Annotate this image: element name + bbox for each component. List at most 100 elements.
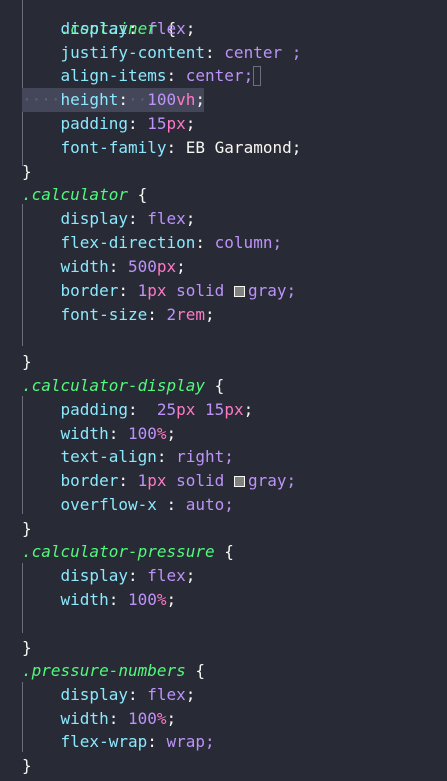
css-property: display (60, 566, 128, 585)
code-line[interactable]: width: 100%; (0, 588, 447, 612)
code-line[interactable]: overflow-x : auto; (0, 493, 447, 517)
css-unit: px (147, 281, 167, 300)
code-line[interactable]: .container { (0, 0, 447, 38)
css-unit: px (166, 114, 186, 133)
code-line[interactable]: display: flex; (0, 564, 447, 588)
open-brace: { (224, 542, 234, 561)
color-swatch-icon[interactable] (233, 286, 245, 297)
css-number: 15 (205, 400, 225, 419)
css-number: 100 (127, 709, 157, 728)
code-line[interactable]: width: 100%; (0, 422, 447, 446)
code-line[interactable]: width: 100%; (0, 707, 447, 731)
code-line[interactable]: .calculator { (0, 183, 447, 207)
css-number: 15 (147, 114, 167, 133)
code-line[interactable]: justify-content: center ; (0, 41, 447, 65)
css-property: display (60, 685, 128, 704)
code-line[interactable]: font-size: 2rem; (0, 303, 447, 327)
css-number: 500 (127, 257, 157, 276)
code-line[interactable]: } (0, 350, 447, 374)
code-line[interactable]: display: flex; (0, 17, 447, 41)
css-property: padding (60, 114, 128, 133)
css-value: wrap; (166, 732, 215, 751)
close-brace: } (22, 162, 32, 181)
css-property: border (60, 281, 119, 300)
css-unit: px (156, 257, 177, 276)
code-line[interactable]: width: 500px; (0, 255, 447, 279)
css-value: solid (176, 281, 225, 300)
code-line[interactable]: padding: 25px 15px; (0, 398, 447, 422)
color-swatch-icon[interactable] (233, 476, 245, 487)
css-property: text-align (60, 447, 157, 466)
css-color-name: gray; (247, 281, 297, 300)
css-number: 100 (127, 424, 157, 443)
code-line[interactable]: .pressure-numbers { (0, 659, 447, 683)
css-value: center; (185, 66, 254, 85)
css-value: flex (147, 566, 186, 585)
code-line[interactable]: font-family: EB Garamond; (0, 136, 447, 160)
css-unit: % (156, 590, 167, 609)
css-property: width (60, 257, 109, 276)
css-selector: .pressure-numbers (22, 661, 186, 680)
code-line[interactable]: } (0, 754, 447, 778)
css-property: width (60, 424, 109, 443)
open-brace: { (214, 376, 225, 395)
code-line[interactable]: border: 1px solid gray; (0, 279, 447, 303)
css-value: auto; (185, 495, 234, 514)
css-property: border (60, 471, 119, 490)
css-property: align-items (60, 66, 167, 85)
code-line[interactable]: .calculator-pressure { (0, 540, 447, 564)
css-value: EB Garamond; (185, 138, 302, 157)
css-property: width (60, 590, 109, 609)
css-property: display (60, 209, 128, 228)
css-unit: % (156, 424, 167, 443)
css-property: font-family (60, 138, 167, 157)
code-line[interactable]: } (0, 636, 447, 660)
css-color-name: gray; (247, 471, 297, 490)
code-line-blank[interactable] (0, 327, 447, 351)
css-property: display (60, 19, 128, 38)
css-value: center ; (224, 43, 302, 62)
css-selector: .calculator-display (22, 376, 206, 395)
css-value: solid (176, 471, 225, 490)
close-brace: } (22, 352, 32, 371)
code-line[interactable]: align-items: center; (0, 64, 447, 88)
css-value: flex (147, 19, 186, 38)
code-editor[interactable]: .container { display: flex; justify-cont… (0, 0, 447, 781)
css-unit: rem (176, 305, 206, 324)
css-unit: px (176, 400, 196, 419)
code-line[interactable]: } (0, 517, 447, 541)
code-line[interactable]: flex-wrap: wrap; (0, 730, 447, 754)
code-line[interactable]: display: flex; (0, 207, 447, 231)
code-line[interactable]: flex-direction: column; (0, 231, 447, 255)
css-value: column; (214, 233, 283, 252)
code-line-blank[interactable] (0, 612, 447, 636)
css-unit: vh (176, 90, 196, 109)
code-line-current[interactable]: ····height:··100vh; (0, 88, 447, 112)
open-brace: { (137, 185, 148, 204)
css-property: overflow-x (60, 495, 157, 514)
css-unit: px (224, 400, 244, 419)
open-brace: { (195, 661, 206, 680)
code-line[interactable]: display: flex; (0, 683, 447, 707)
css-number: 100 (147, 90, 177, 109)
css-value: right; (176, 447, 234, 466)
code-line[interactable]: text-align: right; (0, 445, 447, 469)
code-line[interactable]: } (0, 160, 447, 184)
css-property: justify-content (60, 43, 206, 62)
css-value: flex (147, 209, 186, 228)
css-unit: px (147, 471, 167, 490)
close-brace: } (22, 756, 32, 775)
code-line[interactable]: padding: 15px; (0, 112, 447, 136)
close-brace: } (22, 638, 32, 657)
css-value: flex (147, 685, 186, 704)
css-number: 25 (156, 400, 177, 419)
css-property: height (60, 90, 119, 109)
code-line[interactable]: .calculator-display { (0, 374, 447, 398)
code-line[interactable]: border: 1px solid gray; (0, 469, 447, 493)
css-property: flex-direction (60, 233, 196, 252)
css-property: font-size (60, 305, 148, 324)
css-property: width (60, 709, 109, 728)
whitespace-dots: ···· (22, 90, 61, 109)
css-number: 1 (137, 471, 148, 490)
text-cursor (253, 66, 262, 86)
